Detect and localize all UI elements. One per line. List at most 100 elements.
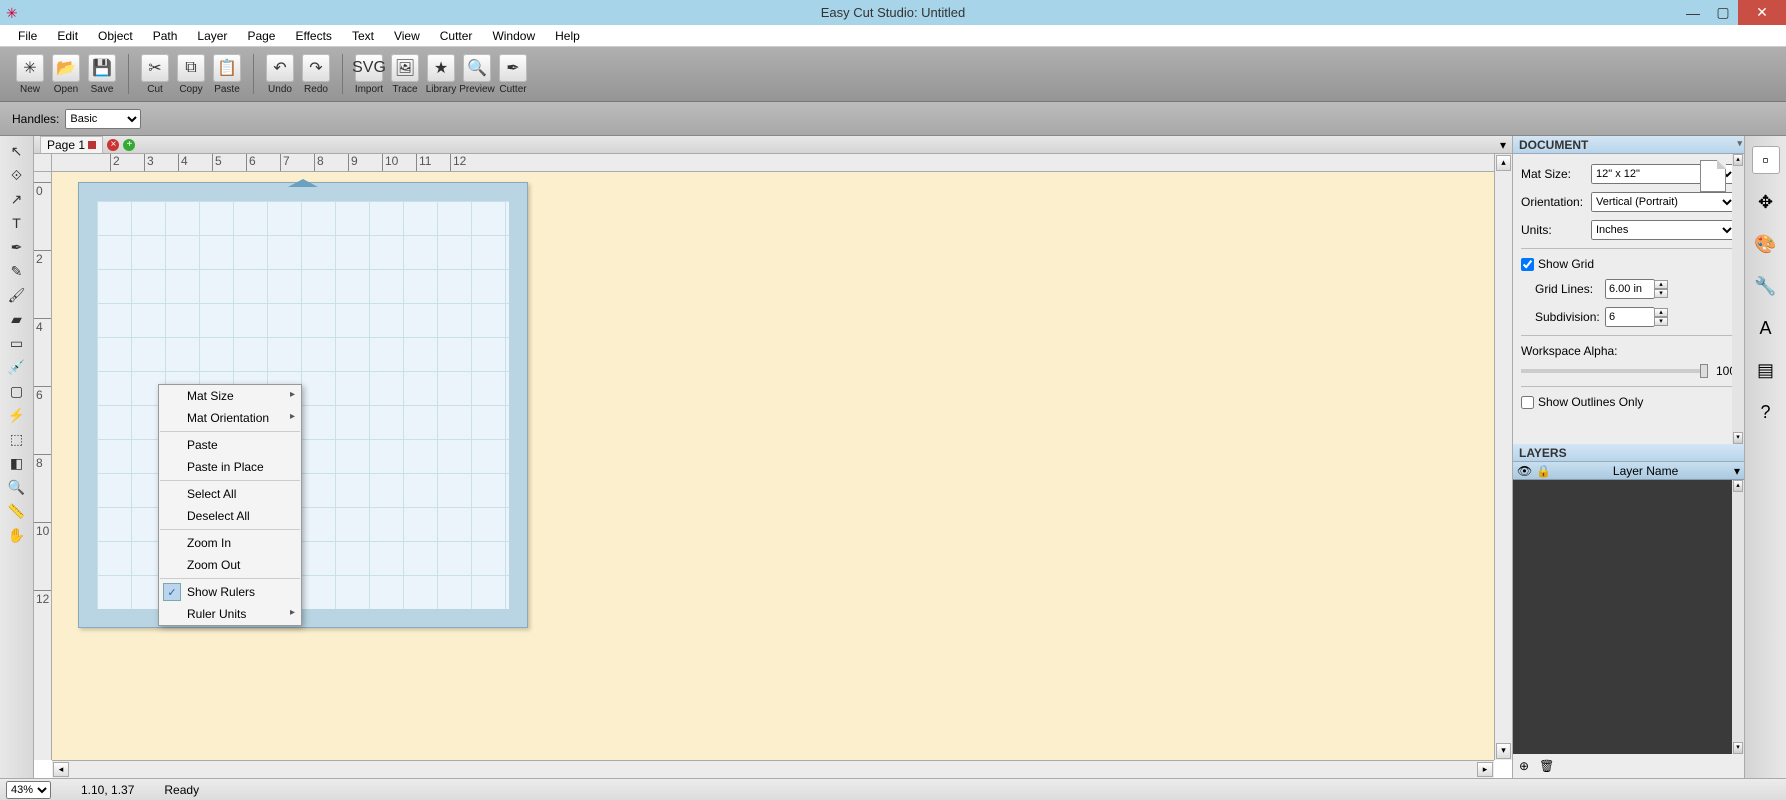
h-tick: 3 (144, 154, 154, 171)
redo-button[interactable]: ↷Redo (298, 50, 334, 98)
show-outlines-checkbox[interactable] (1521, 396, 1534, 409)
menu-text[interactable]: Text (342, 26, 384, 46)
scroll-up-button[interactable]: ▴ (1496, 155, 1511, 171)
cm-mat-size[interactable]: Mat Size (159, 385, 301, 407)
cut-button[interactable]: ✂Cut (137, 50, 173, 98)
tool-eyedropper[interactable]: 💉 (6, 358, 28, 376)
tool-eraser[interactable]: ▰ (6, 310, 28, 328)
preview-button[interactable]: 🔍Preview (459, 50, 495, 98)
tool-group-select[interactable]: ↗ (6, 190, 28, 208)
paste-button[interactable]: 📋Paste (209, 50, 245, 98)
menu-path[interactable]: Path (143, 26, 188, 46)
tool-crop[interactable]: ⬚ (6, 430, 28, 448)
cm-deselect-all[interactable]: Deselect All (159, 505, 301, 527)
subdivision-input[interactable] (1605, 307, 1655, 327)
page-tab[interactable]: Page 1 (40, 136, 103, 153)
units-select[interactable]: Inches (1591, 220, 1736, 240)
open-button[interactable]: 📂Open (48, 50, 84, 98)
cm-zoom-out[interactable]: Zoom Out (159, 554, 301, 576)
grid-lines-input[interactable] (1605, 279, 1655, 299)
add-layer-button[interactable]: ⊕ (1519, 759, 1529, 773)
menu-page[interactable]: Page (237, 26, 285, 46)
sidetab-help[interactable]: ? (1752, 398, 1780, 426)
trace-button[interactable]: 🖼Trace (387, 50, 423, 98)
layers-scrollbar[interactable]: ▴▾ (1732, 480, 1744, 754)
minimize-button[interactable]: — (1678, 0, 1708, 25)
tool-pencil[interactable]: ✎ (6, 262, 28, 280)
tool-brush[interactable]: 🖌 (6, 286, 28, 304)
horizontal-scrollbar[interactable]: ◂ ▸ (52, 760, 1494, 778)
menu-view[interactable]: View (384, 26, 430, 46)
cm-ruler-units[interactable]: Ruler Units (159, 603, 301, 625)
cm-select-all[interactable]: Select All (159, 483, 301, 505)
scroll-right-button[interactable]: ▸ (1477, 762, 1493, 777)
tool-hand[interactable]: ✋ (6, 526, 28, 544)
tool-ruler[interactable]: 📏 (6, 502, 28, 520)
menu-window[interactable]: Window (482, 26, 545, 46)
sidetab-layers[interactable]: ▤ (1752, 356, 1780, 384)
sidetab-text[interactable]: A (1752, 314, 1780, 342)
cutting-mat[interactable] (78, 182, 528, 628)
panel-collapse-button[interactable]: ▾ (1737, 138, 1742, 149)
h-tick: 11 (416, 154, 431, 171)
library-button[interactable]: ★Library (423, 50, 459, 98)
tool-knife[interactable]: ⚡ (6, 406, 28, 424)
sidetab-document[interactable]: ▫ (1752, 146, 1780, 174)
layer-name-header: Layer Name (1557, 464, 1734, 478)
menu-cutter[interactable]: Cutter (430, 26, 483, 46)
orientation-select[interactable]: Vertical (Portrait) (1591, 192, 1736, 212)
tool-select[interactable]: ↖ (6, 142, 28, 160)
page-menu-button[interactable]: ▾ (1500, 138, 1506, 152)
tool-gradient[interactable]: ▭ (6, 334, 28, 352)
tool-measure[interactable]: ◧ (6, 454, 28, 472)
tool-rect[interactable]: ▢ (6, 382, 28, 400)
menu-layer[interactable]: Layer (187, 26, 237, 46)
cm-mat-orientation[interactable]: Mat Orientation (159, 407, 301, 429)
cutter-button[interactable]: ✒Cutter (495, 50, 531, 98)
close-button[interactable]: ✕ (1738, 0, 1786, 25)
menu-file[interactable]: File (8, 26, 47, 46)
scroll-left-button[interactable]: ◂ (53, 762, 69, 777)
cursor-coords: 1.10, 1.37 (81, 783, 134, 797)
library-label: Library (426, 84, 457, 95)
workspace-alpha-slider[interactable] (1521, 369, 1708, 373)
tool-pen[interactable]: ✒ (6, 238, 28, 256)
layers-list[interactable] (1513, 480, 1732, 754)
menu-help[interactable]: Help (545, 26, 590, 46)
menu-edit[interactable]: Edit (47, 26, 88, 46)
sidetab-tools[interactable]: 🔧 (1752, 272, 1780, 300)
handles-select[interactable]: Basic (65, 109, 141, 129)
grid-lines-spinner[interactable]: ▴▾ (1654, 280, 1668, 298)
side-tabs: ▫ ✥ 🎨 🔧 A ▤? (1744, 136, 1786, 778)
cm-paste[interactable]: Paste (159, 434, 301, 456)
subdivision-spinner[interactable]: ▴▾ (1654, 308, 1668, 326)
show-grid-checkbox[interactable] (1521, 258, 1534, 271)
save-button[interactable]: 💾Save (84, 50, 120, 98)
copy-button[interactable]: ⧉Copy (173, 50, 209, 98)
cm-show-rulers[interactable]: ✓Show Rulers (159, 581, 301, 603)
new-label: New (20, 84, 40, 95)
maximize-button[interactable]: ▢ (1708, 0, 1738, 25)
layers-menu-button[interactable]: ▾ (1734, 464, 1740, 478)
menu-effects[interactable]: Effects (285, 26, 341, 46)
sidetab-color[interactable]: 🎨 (1752, 230, 1780, 258)
tool-zoom[interactable]: 🔍 (6, 478, 28, 496)
add-page-button[interactable]: + (123, 139, 135, 151)
tool-text[interactable]: T (6, 214, 28, 232)
lock-icon[interactable]: 🔒 (1536, 464, 1551, 478)
tool-edit-node[interactable]: ⟐ (6, 166, 28, 184)
cm-zoom-in[interactable]: Zoom In (159, 532, 301, 554)
delete-page-button[interactable]: × (107, 139, 119, 151)
sidetab-transform[interactable]: ✥ (1752, 188, 1780, 216)
cm-paste-in-place[interactable]: Paste in Place (159, 456, 301, 478)
undo-button[interactable]: ↶Undo (262, 50, 298, 98)
doc-panel-scrollbar[interactable]: ▴▾ (1732, 154, 1744, 444)
vertical-scrollbar[interactable]: ▴ ▾ (1494, 154, 1512, 760)
menu-object[interactable]: Object (88, 26, 143, 46)
zoom-select[interactable]: 43% (6, 781, 51, 799)
import-button[interactable]: SVGImport (351, 50, 387, 98)
scroll-down-button[interactable]: ▾ (1496, 743, 1511, 759)
delete-layer-button[interactable]: 🗑 (1539, 759, 1554, 773)
visibility-icon[interactable]: 👁 (1517, 464, 1532, 478)
new-button[interactable]: ✳New (12, 50, 48, 98)
